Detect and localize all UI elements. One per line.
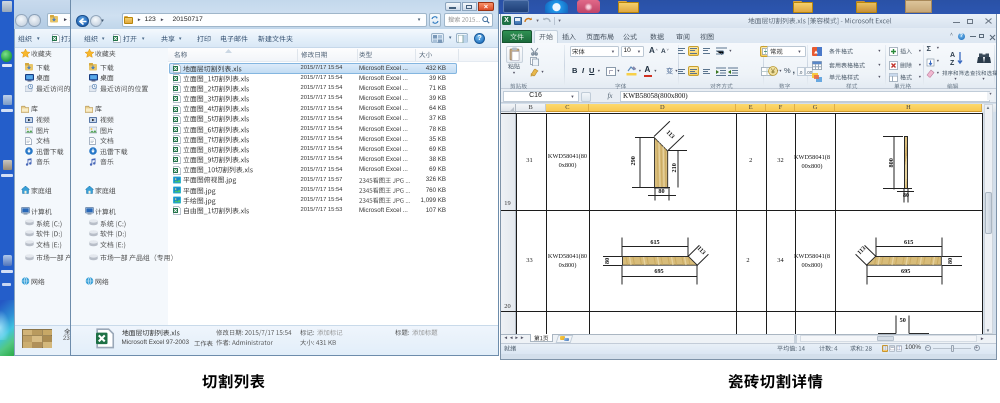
svg-text:Z: Z xyxy=(950,60,955,67)
svg-text:¥: ¥ xyxy=(771,69,775,76)
svg-text:A: A xyxy=(950,52,955,59)
